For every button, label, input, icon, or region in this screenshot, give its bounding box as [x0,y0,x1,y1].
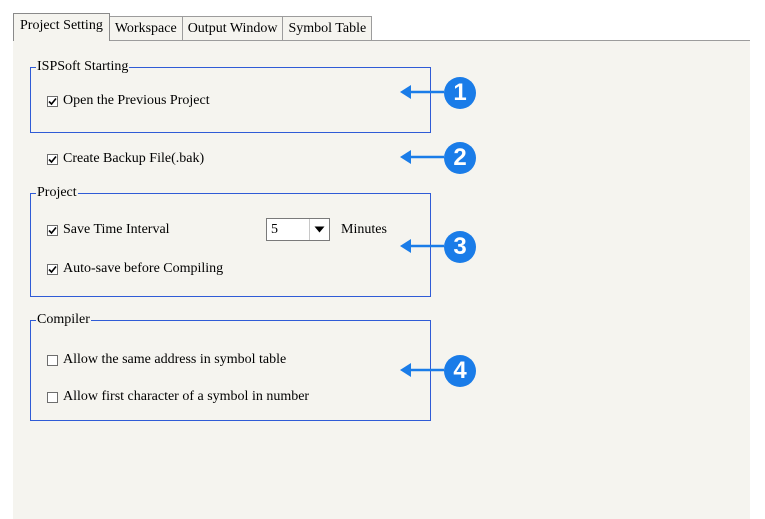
arrow-left-icon [400,85,444,99]
save-time-interval-label: Save Time Interval [63,222,170,237]
callout-badge-4: 4 [444,355,476,387]
same-address-label: Allow the same address in symbol table [63,352,287,367]
save-time-interval-option[interactable]: Save Time Interval [47,222,170,238]
group-project: Project [30,186,431,297]
first-char-number-checkbox[interactable] [47,391,58,403]
tab-output-window[interactable]: Output Window [181,16,284,40]
arrow-left-icon [400,150,444,164]
chevron-down-icon[interactable] [309,219,329,240]
same-address-option[interactable]: Allow the same address in symbol table [47,352,286,368]
callout-badge-2: 2 [444,142,476,174]
tab-project-setting[interactable]: Project Setting [13,13,110,41]
first-char-number-option[interactable]: Allow first character of a symbol in num… [47,389,309,405]
open-previous-project-label: Open the Previous Project [63,93,210,108]
auto-save-label: Auto-save before Compiling [63,261,224,276]
tab-workspace[interactable]: Workspace [108,16,183,40]
create-backup-label: Create Backup File(.bak) [63,151,205,166]
first-char-number-label: Allow first character of a symbol in num… [63,389,310,404]
same-address-checkbox[interactable] [47,354,58,366]
create-backup-option[interactable]: Create Backup File(.bak) [47,151,204,167]
callout-badge-3: 3 [444,231,476,263]
auto-save-option[interactable]: Auto-save before Compiling [47,261,223,277]
tab-bar: Project Setting Workspace Output Window … [13,13,373,41]
callout-badge-1: 1 [444,77,476,109]
create-backup-checkbox[interactable] [47,153,58,165]
open-previous-project-checkbox[interactable] [47,95,58,107]
group-title-ispsoft-starting: ISPSoft Starting [37,59,129,74]
auto-save-checkbox[interactable] [47,263,58,275]
interval-unit-label: Minutes [341,222,387,237]
tab-symbol-table[interactable]: Symbol Table [282,16,373,40]
group-title-compiler: Compiler [37,312,90,327]
group-title-project: Project [37,185,77,200]
save-time-interval-checkbox[interactable] [47,224,58,236]
open-previous-project-option[interactable]: Open the Previous Project [47,93,210,109]
arrow-left-icon [400,363,444,377]
save-interval-value: 5 [271,221,278,237]
tab-divider [13,40,750,41]
save-interval-select[interactable]: 5 [266,218,330,241]
arrow-left-icon [400,239,444,253]
